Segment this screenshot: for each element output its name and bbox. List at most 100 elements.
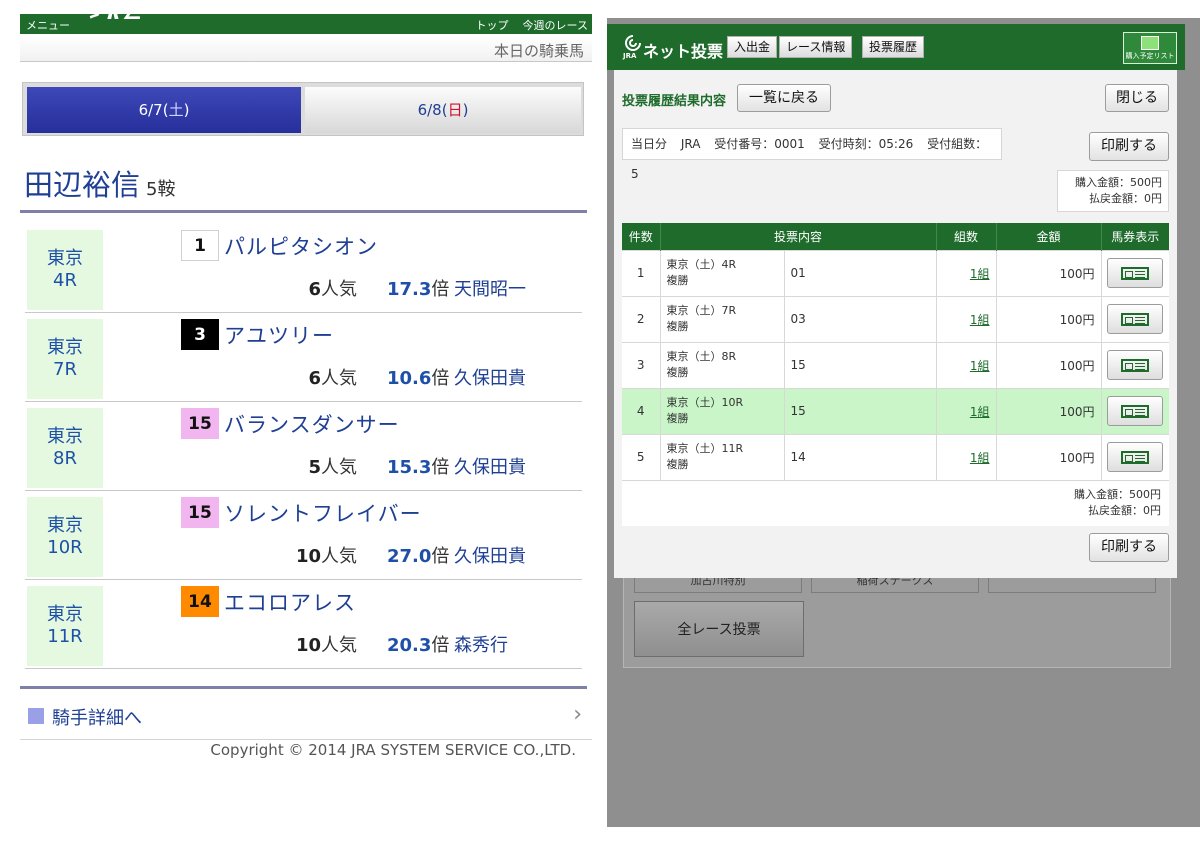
row-amount: 100円 [996,249,1102,296]
row-index: 5 [622,433,661,480]
odds-value: 15.3 [387,457,432,478]
row-sets-link[interactable]: 1組 [936,295,997,342]
jockey-detail-label: 騎手詳細へ [52,708,142,729]
list-icon [1141,36,1159,50]
top-links: トップ 今週のレース [462,17,588,33]
horse-name-link[interactable]: ソレントフレイバー [224,498,422,528]
ride-count: 5鞍 [146,179,176,200]
table-row: 5 東京（土）11R 複勝 14 1組 100円 [622,433,1169,480]
right-panel: JRA ネット投票 入出金 レース情報 投票履歴 購入予定リスト 加古川特別 稲… [607,0,1200,841]
ticket-view-button[interactable] [1107,304,1164,334]
row-amount: 100円 [996,341,1102,388]
odds: 10.6倍 [387,364,449,390]
race-number: 8R [53,448,77,469]
popularity: 10人気 [296,542,357,568]
table-row: 1 東京（土）4R 複勝 01 1組 100円 [622,249,1169,296]
row-ticket-cell [1101,433,1169,480]
nav-race-info[interactable]: レース情報 [779,36,853,58]
popularity: 10人気 [296,631,357,657]
row-index: 2 [622,295,661,342]
popularity-unit: 人気 [321,279,357,300]
popularity-unit: 人気 [321,368,357,389]
race-row[interactable]: 東京 10R 15 ソレントフレイバー 10人気 27.0倍 久保田貴 [25,491,582,580]
race-venue: 東京 11R [27,586,103,666]
ticket-view-button[interactable] [1107,442,1164,473]
ticket-view-button[interactable] [1107,258,1164,288]
menu-link[interactable]: メニュー [26,17,70,33]
tab-day-2[interactable]: 6/8(日) [305,87,581,133]
top-link-top[interactable]: トップ [476,19,509,32]
odds-unit: 倍 [431,368,450,389]
row-amount: 100円 [996,433,1102,480]
row-race-name: 東京（土）4R [666,258,737,271]
row-race: 東京（土）8R 複勝 [660,341,785,388]
purchase-list-label: 購入予定リスト [1125,52,1175,60]
row-sets-link[interactable]: 1組 [936,341,997,388]
left-panel: メニュー ゞ∧∠ トップ 今週のレース 本日の騎乗馬 6/7(土) 6/8(日) … [0,0,600,841]
col-content: 投票内容 [660,223,937,250]
horse-name-link[interactable]: バランスダンサー [224,409,400,439]
popularity-unit: 人気 [321,635,357,656]
row-race: 東京（土）7R 複勝 [660,295,785,342]
row-amount: 100円 [996,387,1102,434]
row-sets-link[interactable]: 1組 [936,433,997,480]
top-link-this-week[interactable]: 今週のレース [523,19,588,32]
row-bet-type: 複勝 [666,412,689,425]
odds-value: 20.3 [387,635,432,656]
odds-value: 10.6 [387,368,432,389]
race-row[interactable]: 東京 11R 14 エコロアレス 10人気 20.3倍 森秀行 [25,580,582,669]
ticket-view-button[interactable] [1107,350,1164,380]
row-ticket-cell [1101,249,1169,296]
horse-number-badge: 1 [181,230,219,261]
ticket-icon [1121,405,1150,418]
purchase-list-button[interactable]: 購入予定リスト [1123,32,1177,64]
table-row: 2 東京（土）7R 複勝 03 1組 100円 [622,295,1169,342]
tab-day-1[interactable]: 6/7(土) [27,87,301,133]
top-edge [607,0,1200,18]
receipt-info: 当日分 JRA 受付番号：0001 受付時刻：05:26 受付組数：5 [622,128,1002,181]
nav-deposit[interactable]: 入出金 [727,36,778,58]
ticket-view-button[interactable] [1107,396,1164,426]
print-button-bottom[interactable]: 印刷する [1089,533,1169,562]
close-button[interactable]: 閉じる [1105,84,1169,112]
net-vote-title: ネット投票 [643,42,724,61]
horse-name-link[interactable]: エコロアレス [224,587,356,617]
copyright: Copyright © 2014 JRA SYSTEM SERVICE CO.,… [210,741,576,759]
row-sets-link[interactable]: 1組 [936,249,997,296]
info-day: 当日分 [631,137,668,151]
race-row[interactable]: 東京 4R 1 パルピタシオン 6人気 17.3倍 天間昭一 [25,224,582,313]
back-to-list-button[interactable]: 一覧に戻る [737,84,831,112]
top-bar: メニュー ゞ∧∠ トップ 今週のレース [20,8,592,34]
race-row[interactable]: 東京 7R 3 アユツリー 6人気 10.6倍 久保田貴 [25,313,582,402]
totals-bottom: 購入金額：500円 払戻金額：0円 [622,480,1169,526]
odds-unit: 倍 [431,635,450,656]
row-index: 4 [622,387,661,434]
horse-number-badge: 15 [181,408,219,439]
vote-history-modal: 投票履歴結果内容 一覧に戻る 閉じる 当日分 JRA 受付番号：0001 受付時… [614,70,1177,578]
race-venue: 東京 8R [27,408,103,488]
horse-name-link[interactable]: パルピタシオン [224,231,378,261]
all-race-vote-button[interactable]: 全レース投票 [634,601,804,657]
jockey-detail-link[interactable]: 騎手詳細へ › [20,700,592,740]
odds-unit: 倍 [431,546,450,567]
day-tabs: 6/7(土) 6/8(日) [22,82,584,136]
trainer-name: 森秀行 [454,635,508,656]
site-logo[interactable]: ゞ∧∠ [82,8,242,22]
col-ticket: 馬券表示 [1101,223,1169,250]
divider [20,210,587,213]
table-row: 4 東京（土）10R 複勝 15 1組 100円 [622,387,1169,434]
row-selection: 03 [784,295,937,342]
vote-history-table: 件数 投票内容 組数 金額 馬券表示 1 東京（土）4R 複勝 01 1組 100… [622,223,1169,480]
chevron-right-icon: › [573,702,582,727]
row-bet-type: 複勝 [666,458,689,472]
popularity: 6人気 [308,364,357,390]
row-selection: 01 [784,249,937,296]
row-selection: 15 [784,387,937,434]
row-sets-link[interactable]: 1組 [936,387,997,434]
race-row[interactable]: 東京 8R 15 バランスダンサー 5人気 15.3倍 久保田貴 [25,402,582,491]
nav-vote-history[interactable]: 投票履歴 [862,36,925,58]
popularity-rank: 6 [308,368,321,389]
horse-name-link[interactable]: アユツリー [224,320,334,350]
print-button-top[interactable]: 印刷する [1089,132,1169,161]
jra-small-label: JRA [623,52,637,60]
